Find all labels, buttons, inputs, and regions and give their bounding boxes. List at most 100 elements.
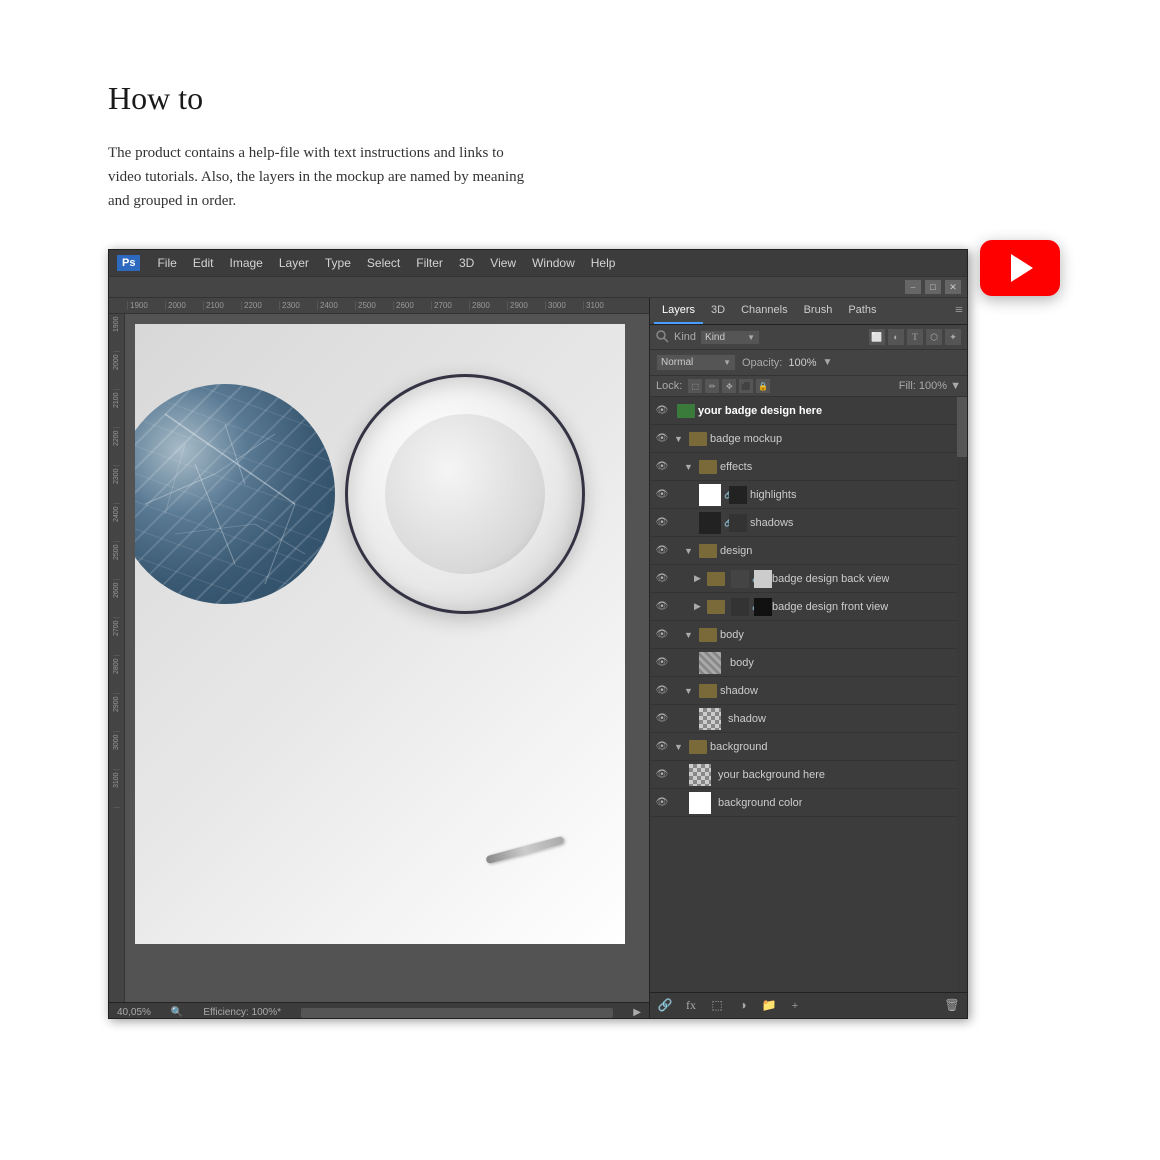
eye-icon[interactable]: 👁 [654,515,670,531]
filter-shape-icon[interactable]: ⬡ [926,329,942,345]
youtube-button[interactable] [980,240,1060,296]
layer-item[interactable]: 👁 🔗 highlights [650,481,967,509]
folder-icon [707,600,725,614]
delete-layer-icon[interactable]: 🗑 [943,997,961,1015]
tab-channels[interactable]: Channels [733,298,795,324]
eye-icon[interactable]: 👁 [654,431,670,447]
expand-icon[interactable]: ▼ [674,742,686,752]
layer-item[interactable]: 👁 ▼ background [650,733,967,761]
expand-icon[interactable]: ▼ [684,546,696,556]
layer-item[interactable]: 👁 ▼ shadow [650,677,967,705]
tab-3d[interactable]: 3D [703,298,733,324]
menu-view[interactable]: View [483,254,523,272]
panel-menu-icon[interactable]: ≡ [955,303,963,319]
lock-paint-icon[interactable]: ✏ [705,379,719,393]
layer-item[interactable]: 👁 ▼ design [650,537,967,565]
menu-3d[interactable]: 3D [452,254,481,272]
eye-icon[interactable]: 👁 [654,403,670,419]
eye-icon[interactable]: 👁 [654,627,670,643]
eye-icon[interactable]: 👁 [654,739,670,755]
ruler-vert-11: 2900 [113,694,120,732]
filter-adjustment-icon[interactable]: ◐ [888,329,904,345]
layer-effects-icon[interactable]: fx [682,997,700,1015]
menu-layer[interactable]: Layer [272,254,316,272]
ruler-num-5: 2300 [279,301,317,310]
opacity-dropdown-icon[interactable]: ▼ [823,357,833,368]
menu-type[interactable]: Type [318,254,358,272]
filter-smart-icon[interactable]: ✦ [945,329,961,345]
expand-icon[interactable]: ▼ [684,462,696,472]
layer-thumbnail [689,792,711,814]
menu-help[interactable]: Help [584,254,623,272]
eye-icon[interactable]: 👁 [654,655,670,671]
eye-icon[interactable]: 👁 [654,767,670,783]
layer-mask-thumbnail [754,570,772,588]
layer-item[interactable]: 👁 🔗 shadows [650,509,967,537]
expand-icon[interactable]: ▶ [694,573,704,584]
expand-icon[interactable]: ▶ [694,601,704,612]
layer-item[interactable]: 👁 ▶ 🔗 badge design front view [650,593,967,621]
filter-dropdown[interactable]: Kind ▼ [700,330,760,345]
marble-badge [135,384,335,604]
eye-icon[interactable]: 👁 [654,599,670,615]
lock-all-icon[interactable]: 🔒 [756,379,770,393]
new-group-icon[interactable]: 📁 [760,997,778,1015]
canvas-content [135,324,625,944]
horizontal-scrollbar[interactable] [301,1008,613,1018]
menu-filter[interactable]: Filter [409,254,450,272]
eye-icon[interactable]: 👁 [654,487,670,503]
scrollbar-thumb[interactable] [957,397,967,457]
eye-icon[interactable]: 👁 [654,543,670,559]
menu-window[interactable]: Window [525,254,582,272]
expand-icon[interactable]: ▼ [684,686,696,696]
filter-type-icon[interactable]: T [907,329,923,345]
layer-thumbnail [689,764,711,786]
new-layer-icon[interactable]: + [786,997,804,1015]
link-layers-icon[interactable]: 🔗 [656,997,674,1015]
tab-paths[interactable]: Paths [840,298,884,324]
canvas-area: 1900 2000 2100 2200 2300 2400 2500 2600 … [109,298,649,1018]
add-mask-icon[interactable]: ⬚ [708,997,726,1015]
lock-transparent-icon[interactable]: ⬚ [688,379,702,393]
layer-item[interactable]: 👁 body [650,649,967,677]
layer-item[interactable]: 👁 ▶ 🔗 badge design back view [650,565,967,593]
layer-item[interactable]: 👁 shadow [650,705,967,733]
eye-icon[interactable]: 👁 [654,711,670,727]
close-button[interactable]: ✕ [945,280,961,294]
layers-list[interactable]: 👁 your badge design here 👁 ▼ badge mocku… [650,397,967,992]
tab-brush[interactable]: Brush [796,298,841,324]
eye-icon[interactable]: 👁 [654,683,670,699]
expand-icon[interactable]: ▼ [674,434,686,444]
adjustment-layer-icon[interactable]: ◑ [734,997,752,1015]
lock-artboard-icon[interactable]: ⬛ [739,379,753,393]
ruler-num-9: 2700 [431,301,469,310]
layer-item[interactable]: 👁 background color [650,789,967,817]
lock-move-icon[interactable]: ✥ [722,379,736,393]
expand-icon[interactable]: ▼ [684,630,696,640]
eye-icon[interactable]: 👁 [654,571,670,587]
layer-mask-thumbnail [754,598,772,616]
layer-item[interactable]: 👁 ▼ badge mockup [650,425,967,453]
maximize-button[interactable]: □ [925,280,941,294]
ruler-vert-2: 2000 [113,352,120,390]
menu-image[interactable]: Image [223,254,270,272]
page-container: How to The product contains a help-file … [0,0,1160,1099]
blend-mode-dropdown[interactable]: Normal ▼ [656,354,736,371]
tab-layers[interactable]: Layers [654,298,703,324]
layer-item[interactable]: 👁 your background here [650,761,967,789]
layer-item[interactable]: 👁 ▼ effects [650,453,967,481]
minimize-button[interactable]: – [905,280,921,294]
menu-select[interactable]: Select [360,254,407,272]
eye-icon[interactable]: 👁 [654,795,670,811]
layer-name: background [710,741,768,753]
vertical-scrollbar[interactable] [957,397,967,992]
marble-svg [135,384,335,604]
layer-item[interactable]: 👁 ▼ body [650,621,967,649]
filter-pixel-icon[interactable]: ⬜ [869,329,885,345]
eye-icon[interactable]: 👁 [654,459,670,475]
menu-edit[interactable]: Edit [186,254,221,272]
layer-item[interactable]: 👁 your badge design here [650,397,967,425]
menu-file[interactable]: File [150,254,183,272]
badge-mockup [135,324,625,944]
layer-toolbar: 🔗 fx ⬚ ◑ 📁 + 🗑 [650,992,967,1018]
